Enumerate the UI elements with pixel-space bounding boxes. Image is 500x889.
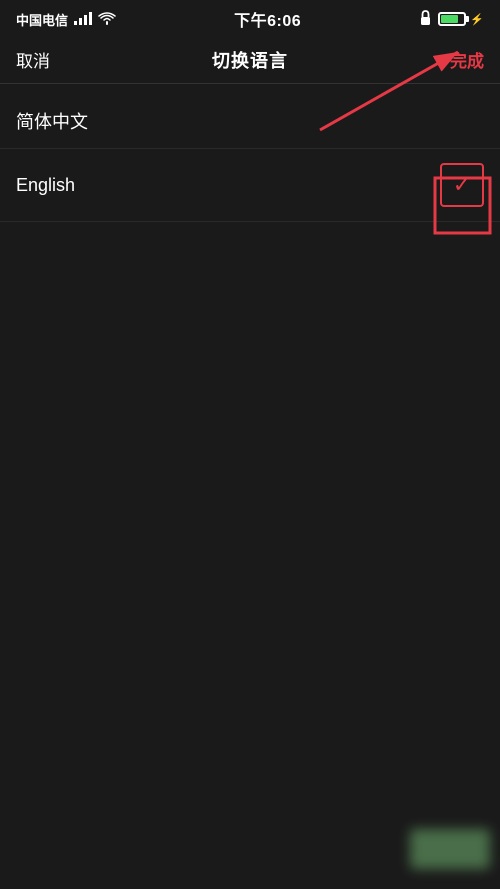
language-label-en: English <box>16 175 75 196</box>
lock-icon <box>419 10 432 29</box>
language-label-zh: 简体中文 <box>16 108 88 134</box>
selected-check-box: ✓ <box>440 163 484 207</box>
bottom-watermark <box>410 829 490 869</box>
wifi-icon <box>98 11 116 28</box>
done-button[interactable]: 完成 <box>450 47 484 72</box>
navigation-bar: 取消 切换语言 完成 <box>0 36 500 84</box>
language-item-en[interactable]: English ✓ <box>0 149 500 222</box>
page-title: 切换语言 <box>212 47 288 73</box>
language-item-zh[interactable]: 简体中文 <box>0 94 500 149</box>
status-time: 下午6:06 <box>234 7 301 31</box>
battery-fill <box>441 15 458 23</box>
status-left: 中国电信 <box>16 10 116 29</box>
battery-indicator: ⚡ <box>438 12 484 26</box>
status-right: ⚡ <box>419 10 484 29</box>
signal-icon <box>74 11 92 28</box>
cancel-button[interactable]: 取消 <box>16 47 50 72</box>
checkmark-icon: ✓ <box>453 174 471 196</box>
status-bar: 中国电信 下午6:06 <box>0 0 500 36</box>
bolt-icon: ⚡ <box>470 13 484 26</box>
battery-icon <box>438 12 466 26</box>
language-list: 简体中文 English ✓ <box>0 94 500 222</box>
carrier-label: 中国电信 <box>16 10 68 29</box>
